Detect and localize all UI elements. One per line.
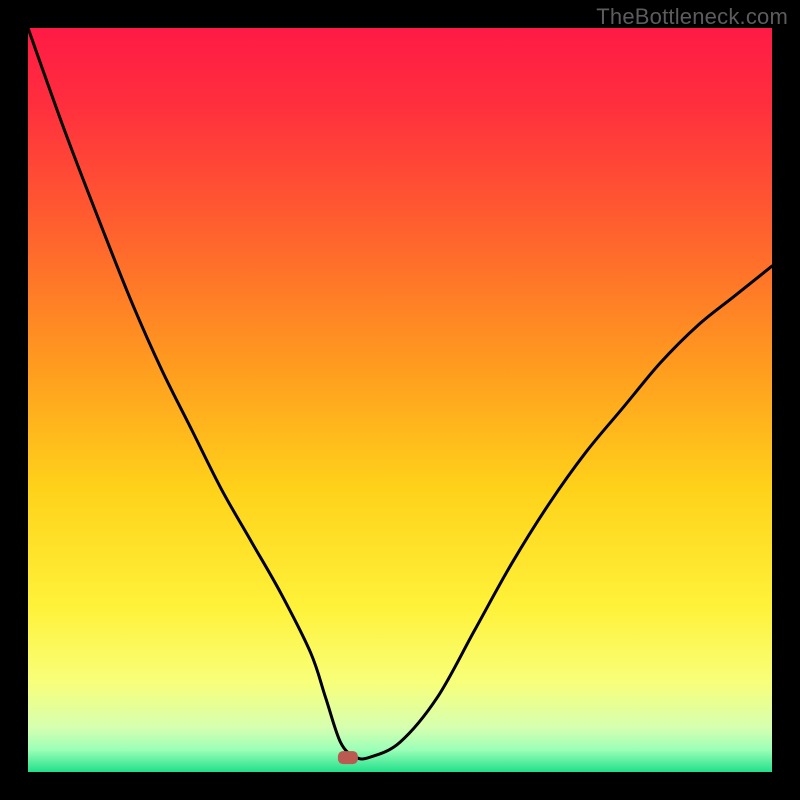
watermark-text: TheBottleneck.com [596, 4, 788, 30]
gradient-background [28, 28, 772, 772]
chart-frame: TheBottleneck.com [0, 0, 800, 800]
chart-svg [28, 28, 772, 772]
optimum-marker [338, 751, 358, 764]
plot-area [28, 28, 772, 772]
